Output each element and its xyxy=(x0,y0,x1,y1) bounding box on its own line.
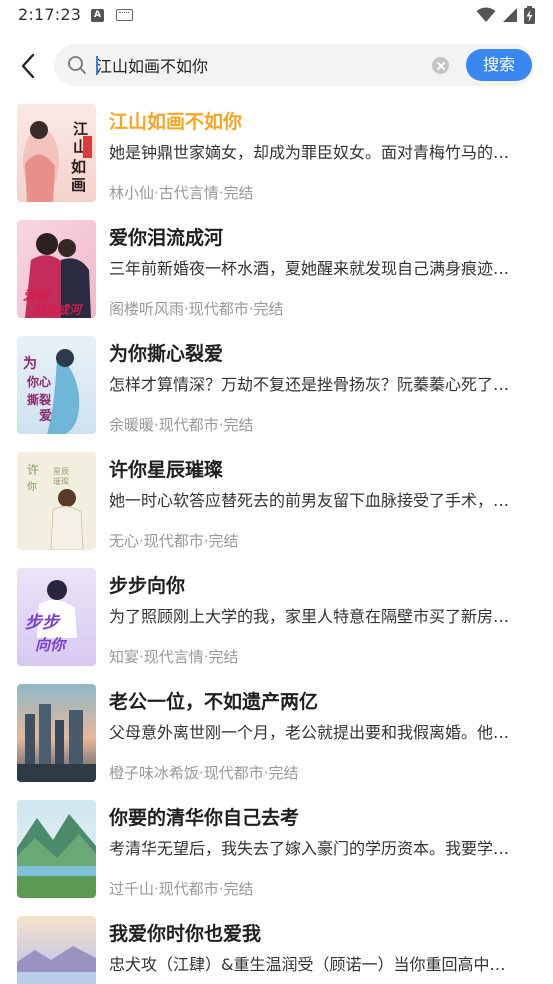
book-cover: 爱你 泪流成河 xyxy=(17,220,96,318)
book-description: 忠犬攻（江肆）&重生温润受（顾诺一）当你重回高中… xyxy=(109,955,506,974)
book-cover: 许 你 星辰 璀璨 xyxy=(17,452,96,550)
svg-text:璀璨: 璀璨 xyxy=(53,476,69,486)
book-meta: 阁楼听风雨·现代都市·完结 xyxy=(109,300,284,318)
book-title: 江山如画不如你 xyxy=(109,111,243,133)
status-bar: 2:17:23 A xyxy=(0,0,553,32)
book-meta: 过千山·现代都市·完结 xyxy=(109,880,254,898)
book-description: 考清华无望后，我失去了嫁入豪门的学历资本。我要学… xyxy=(109,839,510,858)
book-item[interactable]: 江 山 如 画 江山如画不如你 她是钟鼎世家嫡女，却成为罪臣奴女。面对青梅竹马的… xyxy=(0,104,553,220)
svg-text:江: 江 xyxy=(73,120,88,138)
svg-text:画: 画 xyxy=(71,176,86,194)
notification-a-icon: A xyxy=(91,9,104,22)
book-description: 她是钟鼎世家嫡女，却成为罪臣奴女。面对青梅竹马的… xyxy=(109,143,510,162)
book-meta: 知宴·现代言情·完结 xyxy=(109,648,239,666)
book-item[interactable]: 许 你 星辰 璀璨 许你星辰璀璨 她一时心软答应替死去的前男友留下血脉接受了手术… xyxy=(0,452,553,568)
book-cover: 江 山 如 画 xyxy=(17,104,96,202)
book-item[interactable]: 你要的清华你自己去考 考清华无望后，我失去了嫁入豪门的学历资本。我要学… 过千山… xyxy=(0,800,553,916)
svg-text:撕裂: 撕裂 xyxy=(27,392,51,407)
svg-text:许: 许 xyxy=(27,463,39,477)
status-time: 2:17:23 xyxy=(18,5,82,24)
book-item[interactable]: 步步 向你 步步向你 为了照顾刚上大学的我，家里人特意在隔壁市买了新房… 知宴·… xyxy=(0,568,553,684)
book-title: 老公一位，不如遗产两亿 xyxy=(109,691,319,713)
svg-text:你心: 你心 xyxy=(26,374,51,389)
book-description: 三年前新婚夜一杯水酒，夏她醒来就发现自己满身痕迹… xyxy=(109,259,510,278)
book-title: 你要的清华你自己去考 xyxy=(109,807,300,829)
status-icons xyxy=(476,6,535,24)
book-item[interactable]: 老公一位，不如遗产两亿 父母意外离世刚一个月，老公就提出要和我假离婚。他… 橙子… xyxy=(0,684,553,800)
svg-text:爱你: 爱你 xyxy=(23,288,51,304)
keyboard-icon xyxy=(116,9,133,21)
book-meta: 橙子味冰希饭·现代都市·完结 xyxy=(109,764,299,782)
svg-text:为: 为 xyxy=(23,355,37,372)
book-cover: 步步 向你 xyxy=(17,568,96,666)
book-cover: 为 你心 撕裂 爱 xyxy=(17,336,96,434)
battery-charging-icon xyxy=(524,6,535,24)
book-item[interactable]: 爱你 泪流成河 爱你泪流成河 三年前新婚夜一杯水酒，夏她醒来就发现自己满身痕迹…… xyxy=(0,220,553,336)
search-icon xyxy=(68,56,86,74)
book-title: 我爱你时你也爱我 xyxy=(109,923,262,945)
svg-text:爱: 爱 xyxy=(39,408,52,424)
svg-text:向你: 向你 xyxy=(35,636,68,654)
book-description: 怎样才算情深？万劫不复还是挫骨扬灰？阮蓁蓁心死了… xyxy=(109,375,510,394)
svg-text:如: 如 xyxy=(71,158,86,176)
search-input[interactable] xyxy=(96,50,426,80)
svg-text:星辰: 星辰 xyxy=(53,467,69,476)
book-item[interactable]: 为 你心 撕裂 爱 为你撕心裂爱 怎样才算情深？万劫不复还是挫骨扬灰？阮蓁蓁心死… xyxy=(0,336,553,452)
book-cover xyxy=(17,684,96,782)
book-item[interactable]: 我爱你时你也爱我 忠犬攻（江肆）&重生温润受（顾诺一）当你重回高中… xyxy=(0,916,553,984)
book-meta: 余暖暖·现代都市·完结 xyxy=(109,416,254,434)
book-cover xyxy=(17,916,96,984)
book-title: 步步向你 xyxy=(109,575,186,597)
back-button[interactable] xyxy=(12,48,44,84)
search-box[interactable]: 搜索 xyxy=(54,44,534,86)
text-caret xyxy=(96,56,98,75)
book-title: 许你星辰璀璨 xyxy=(109,459,224,481)
svg-text:步步: 步步 xyxy=(25,613,61,633)
book-description: 为了照顾刚上大学的我，家里人特意在隔壁市买了新房… xyxy=(109,607,510,626)
clear-icon[interactable] xyxy=(432,57,449,74)
book-title: 爱你泪流成河 xyxy=(109,227,224,249)
chevron-left-icon xyxy=(21,53,35,79)
book-meta: 林小仙·古代言情·完结 xyxy=(109,184,254,202)
book-description: 父母意外离世刚一个月，老公就提出要和我假离婚。他… xyxy=(109,723,510,742)
book-cover xyxy=(17,800,96,898)
search-header: 搜索 xyxy=(0,40,553,92)
book-description: 她一时心软答应替死去的前男友留下血脉接受了手术，… xyxy=(109,491,510,510)
svg-text:泪流成河: 泪流成河 xyxy=(33,303,84,317)
signal-icon xyxy=(503,8,517,22)
book-meta: 无心·现代都市·完结 xyxy=(109,532,239,550)
wifi-icon xyxy=(476,7,496,22)
svg-text:你: 你 xyxy=(27,480,37,493)
book-title: 为你撕心裂爱 xyxy=(109,343,224,365)
search-button[interactable]: 搜索 xyxy=(466,49,532,81)
